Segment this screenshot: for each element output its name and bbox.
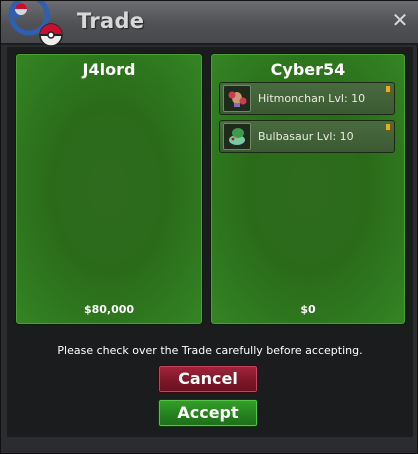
close-icon[interactable]: ✕ [391,10,409,30]
bulbasaur-sprite-icon [223,123,251,150]
pokeball-logo-icon [8,1,63,47]
item-badge-icon [385,85,391,93]
left-player-name: J4lord [82,60,136,79]
offered-item-bulbasaur[interactable]: Bulbasaur Lvl: 10 [219,120,395,153]
trade-window: Trade ✕ J4lord $80,000 Cyber54 Hitmoncha… [0,0,418,454]
accept-button[interactable]: Accept [158,399,258,427]
trade-content: J4lord $80,000 Cyber54 Hitmonchan Lvl: 1… [7,47,413,437]
trade-notice: Please check over the Trade carefully be… [57,344,363,357]
item-label: Hitmonchan Lvl: 10 [258,92,366,105]
left-offer-panel: J4lord $80,000 [15,53,203,325]
item-badge-icon [385,123,391,131]
item-label: Bulbasaur Lvl: 10 [258,130,354,143]
cancel-button[interactable]: Cancel [158,365,258,393]
right-money-offer: $0 [300,303,316,316]
right-offer-panel: Cyber54 Hitmonchan Lvl: 10 Bulbasaur Lvl… [210,53,406,325]
right-player-name: Cyber54 [270,60,346,79]
window-title: Trade [77,9,145,33]
hitmonchan-sprite-icon [223,85,251,112]
left-money-offer: $80,000 [83,303,135,316]
offered-item-hitmonchan[interactable]: Hitmonchan Lvl: 10 [219,82,395,115]
